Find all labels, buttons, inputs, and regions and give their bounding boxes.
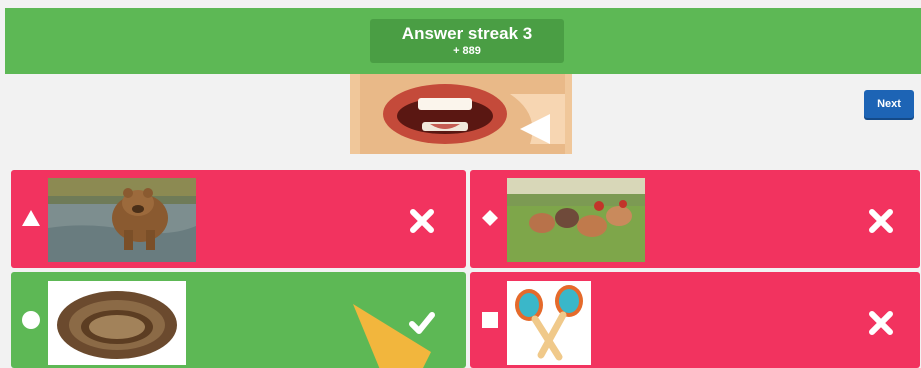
next-button[interactable]: Next	[864, 90, 914, 118]
answer-tile-square[interactable]	[470, 272, 920, 368]
cross-icon	[410, 209, 434, 233]
answer-image-maracas	[507, 281, 591, 365]
circle-icon	[22, 311, 40, 329]
answer-tile-circle[interactable]	[11, 272, 466, 368]
streak-title: Answer streak 3	[401, 24, 533, 43]
maracas-image	[507, 281, 591, 365]
answer-image-bear	[48, 178, 196, 262]
mouth-teeth-image	[350, 74, 572, 154]
question-image	[350, 74, 572, 154]
answer-streak-badge: Answer streak 3 + 889	[370, 19, 564, 63]
bear-in-water-image	[48, 178, 196, 262]
bird-nest-image	[48, 281, 186, 365]
answer-image-chickens	[507, 178, 645, 262]
diamond-icon	[482, 210, 498, 226]
chickens-in-field-image	[507, 178, 645, 262]
answer-tile-diamond[interactable]	[470, 170, 920, 268]
check-icon	[409, 312, 435, 334]
square-icon	[482, 312, 498, 328]
triangle-icon	[22, 210, 40, 226]
streak-points: + 889	[453, 45, 481, 57]
cross-icon	[869, 209, 893, 233]
answer-tile-triangle[interactable]	[11, 170, 466, 268]
answer-image-nest	[48, 281, 186, 365]
cross-icon	[869, 311, 893, 335]
